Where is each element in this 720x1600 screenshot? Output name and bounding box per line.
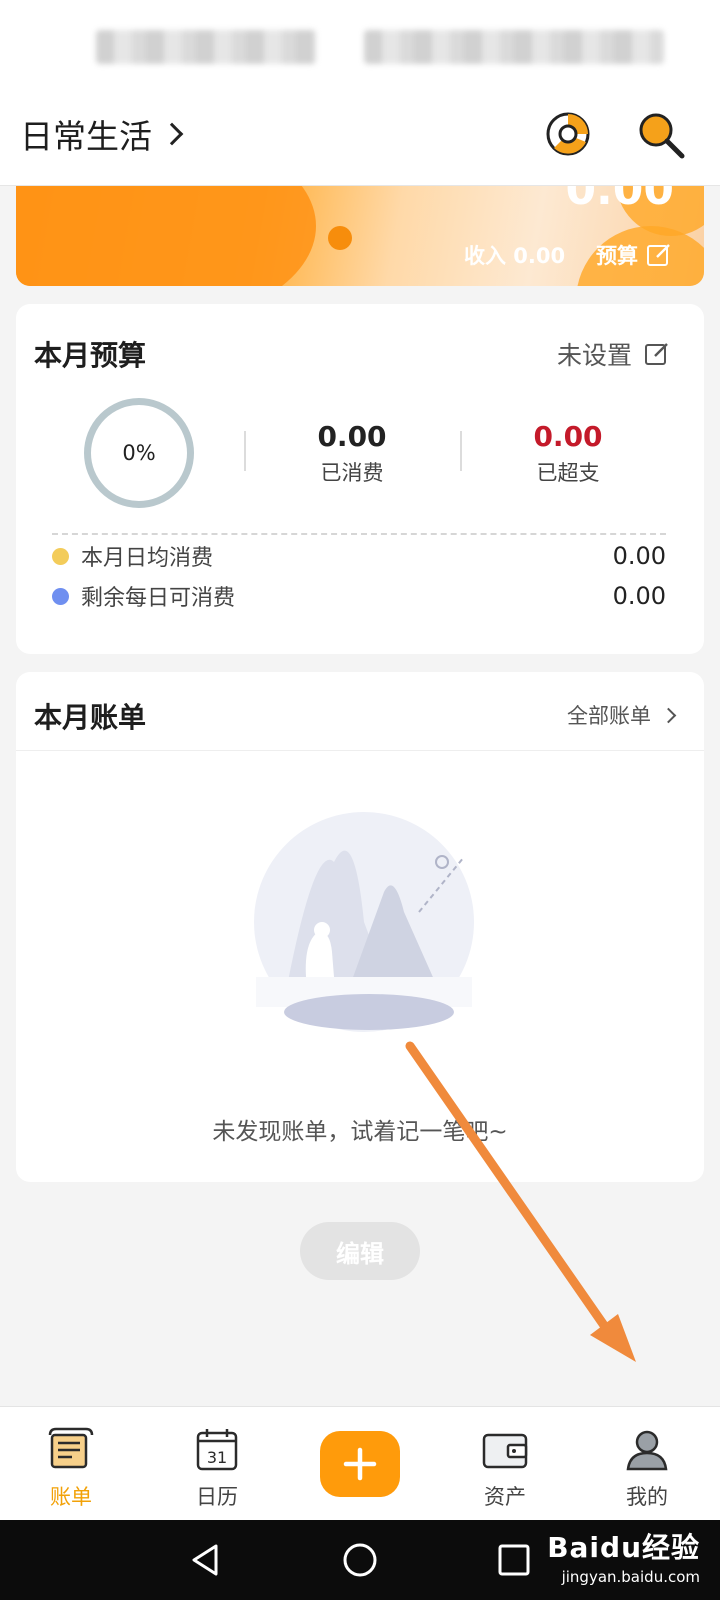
status-bar-blur-left bbox=[96, 30, 316, 64]
app-header: 日常生活 bbox=[0, 90, 720, 186]
row-label: 本月日均消费 bbox=[81, 546, 214, 571]
spent-value: 0.00 bbox=[317, 420, 387, 453]
tab-bills[interactable]: 账单 bbox=[6, 1407, 136, 1521]
tab-label: 资产 bbox=[484, 1485, 526, 1509]
tab-label: 我的 bbox=[626, 1485, 668, 1509]
watermark: Baidu经验 jingyan.baidu.com bbox=[547, 1526, 700, 1586]
back-icon[interactable] bbox=[186, 1540, 226, 1580]
all-bills-link[interactable]: 全部账单 bbox=[567, 700, 677, 730]
profile-icon bbox=[626, 1430, 668, 1471]
overspent-stat: 0.00 已超支 bbox=[478, 420, 658, 487]
row-label: 剩余每日可消费 bbox=[81, 586, 236, 611]
balance-amount: 0.00 bbox=[565, 186, 674, 215]
system-navigation-bar: Baidu经验 jingyan.baidu.com bbox=[0, 1520, 720, 1600]
monthly-budget-card: 本月预算 未设置 0% 0.00 已消费 0.00 已超支 本月日均消费 0.0… bbox=[16, 304, 704, 654]
budget-edit-link[interactable]: 预算 bbox=[596, 240, 672, 270]
watermark-sub: jingyan.baidu.com bbox=[561, 1568, 700, 1586]
chart-pie-icon[interactable] bbox=[540, 106, 596, 162]
bills-card-title: 本月账单 bbox=[34, 701, 147, 734]
tab-label: 账单 bbox=[50, 1485, 92, 1509]
divider bbox=[16, 750, 704, 751]
spent-label: 已消费 bbox=[320, 461, 384, 485]
bottom-tab-bar: 账单 31 日历 资产 我的 bbox=[0, 1406, 720, 1520]
overspent-value: 0.00 bbox=[533, 420, 603, 453]
divider bbox=[460, 431, 462, 471]
row-value: 0.00 bbox=[612, 542, 666, 570]
home-icon[interactable] bbox=[340, 1540, 380, 1580]
budget-label: 预算 bbox=[596, 244, 638, 268]
status-bar bbox=[0, 0, 720, 90]
banner-decoration bbox=[16, 186, 316, 286]
edit-icon bbox=[647, 244, 670, 266]
budget-setup-link[interactable]: 未设置 bbox=[557, 336, 670, 372]
divider bbox=[244, 431, 246, 471]
edit-icon bbox=[645, 343, 668, 365]
empty-state-illustration bbox=[254, 812, 474, 1032]
yellow-dot-icon bbox=[52, 547, 69, 565]
watermark-main: Baidu经验 bbox=[547, 1531, 700, 1564]
banner-decoration-dot bbox=[328, 226, 352, 250]
edit-button[interactable]: 编辑 bbox=[300, 1222, 420, 1280]
chevron-right-icon bbox=[160, 122, 184, 146]
tab-profile[interactable]: 我的 bbox=[582, 1407, 712, 1521]
add-record-button[interactable] bbox=[320, 1431, 400, 1497]
blue-dot-icon bbox=[52, 587, 69, 605]
all-bills-label: 全部账单 bbox=[567, 704, 651, 728]
ledger-selector[interactable]: 日常生活 bbox=[20, 110, 184, 158]
wallet-icon bbox=[482, 1433, 528, 1469]
calendar-icon: 31 bbox=[196, 1429, 238, 1471]
search-icon[interactable] bbox=[632, 106, 688, 162]
budget-percent: 0% bbox=[122, 441, 156, 465]
budget-status: 未设置 bbox=[556, 341, 632, 370]
row-value: 0.00 bbox=[612, 582, 666, 610]
recent-apps-icon[interactable] bbox=[494, 1540, 534, 1580]
monthly-bills-card: 本月账单 全部账单 未发现账单，试着记一笔吧~ bbox=[16, 672, 704, 1182]
chevron-right-icon bbox=[660, 707, 677, 723]
ledger-title: 日常生活 bbox=[20, 117, 152, 156]
spent-stat: 0.00 已消费 bbox=[262, 420, 442, 487]
status-bar-blur-right bbox=[364, 30, 664, 64]
daily-average-row: 本月日均消费 0.00 bbox=[52, 541, 666, 571]
summary-banner: 0.00 收入 0.00 预算 bbox=[16, 186, 704, 286]
overspent-label: 已超支 bbox=[536, 461, 600, 485]
empty-state-text: 未发现账单，试着记一笔吧~ bbox=[212, 1119, 508, 1145]
plus-icon bbox=[343, 1447, 377, 1481]
tab-assets[interactable]: 资产 bbox=[440, 1407, 570, 1521]
budget-card-title: 本月预算 bbox=[34, 339, 147, 372]
income-summary: 收入 0.00 bbox=[464, 244, 566, 268]
calendar-day: 31 bbox=[207, 1448, 227, 1467]
daily-remaining-row: 剩余每日可消费 0.00 bbox=[52, 581, 666, 611]
dashed-divider bbox=[52, 533, 666, 535]
budget-progress-ring: 0% bbox=[84, 398, 194, 508]
tab-calendar[interactable]: 31 日历 bbox=[152, 1407, 282, 1521]
bill-scroll-icon bbox=[48, 1427, 94, 1469]
tab-label: 日历 bbox=[196, 1485, 238, 1509]
